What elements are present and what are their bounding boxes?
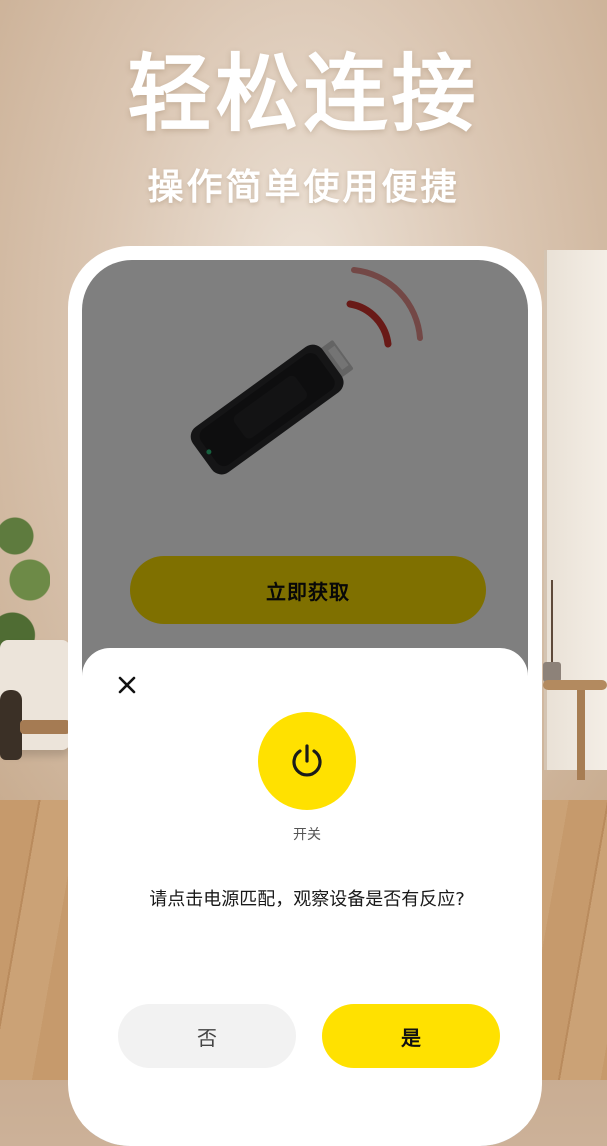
no-button[interactable]: 否 [118, 1004, 296, 1068]
promo-subtitle: 操作简单使用便捷 [147, 167, 460, 208]
power-icon [292, 744, 322, 777]
power-button[interactable] [258, 712, 356, 810]
promo-title: 轻松连接 [127, 45, 480, 143]
yes-button[interactable]: 是 [322, 1004, 500, 1068]
match-dialog: 开关 请点击电源匹配，观察设备是否有反应? 否 是 [82, 648, 528, 1146]
power-label: 开关 [293, 827, 321, 843]
match-question: 请点击电源匹配，观察设备是否有反应? [149, 889, 465, 910]
close-button[interactable] [114, 672, 140, 698]
phone-mockup: 立即获取 开关 请点击电源匹配，观察设备是否有反应? 否 是 [68, 246, 542, 1146]
close-icon [118, 676, 136, 694]
